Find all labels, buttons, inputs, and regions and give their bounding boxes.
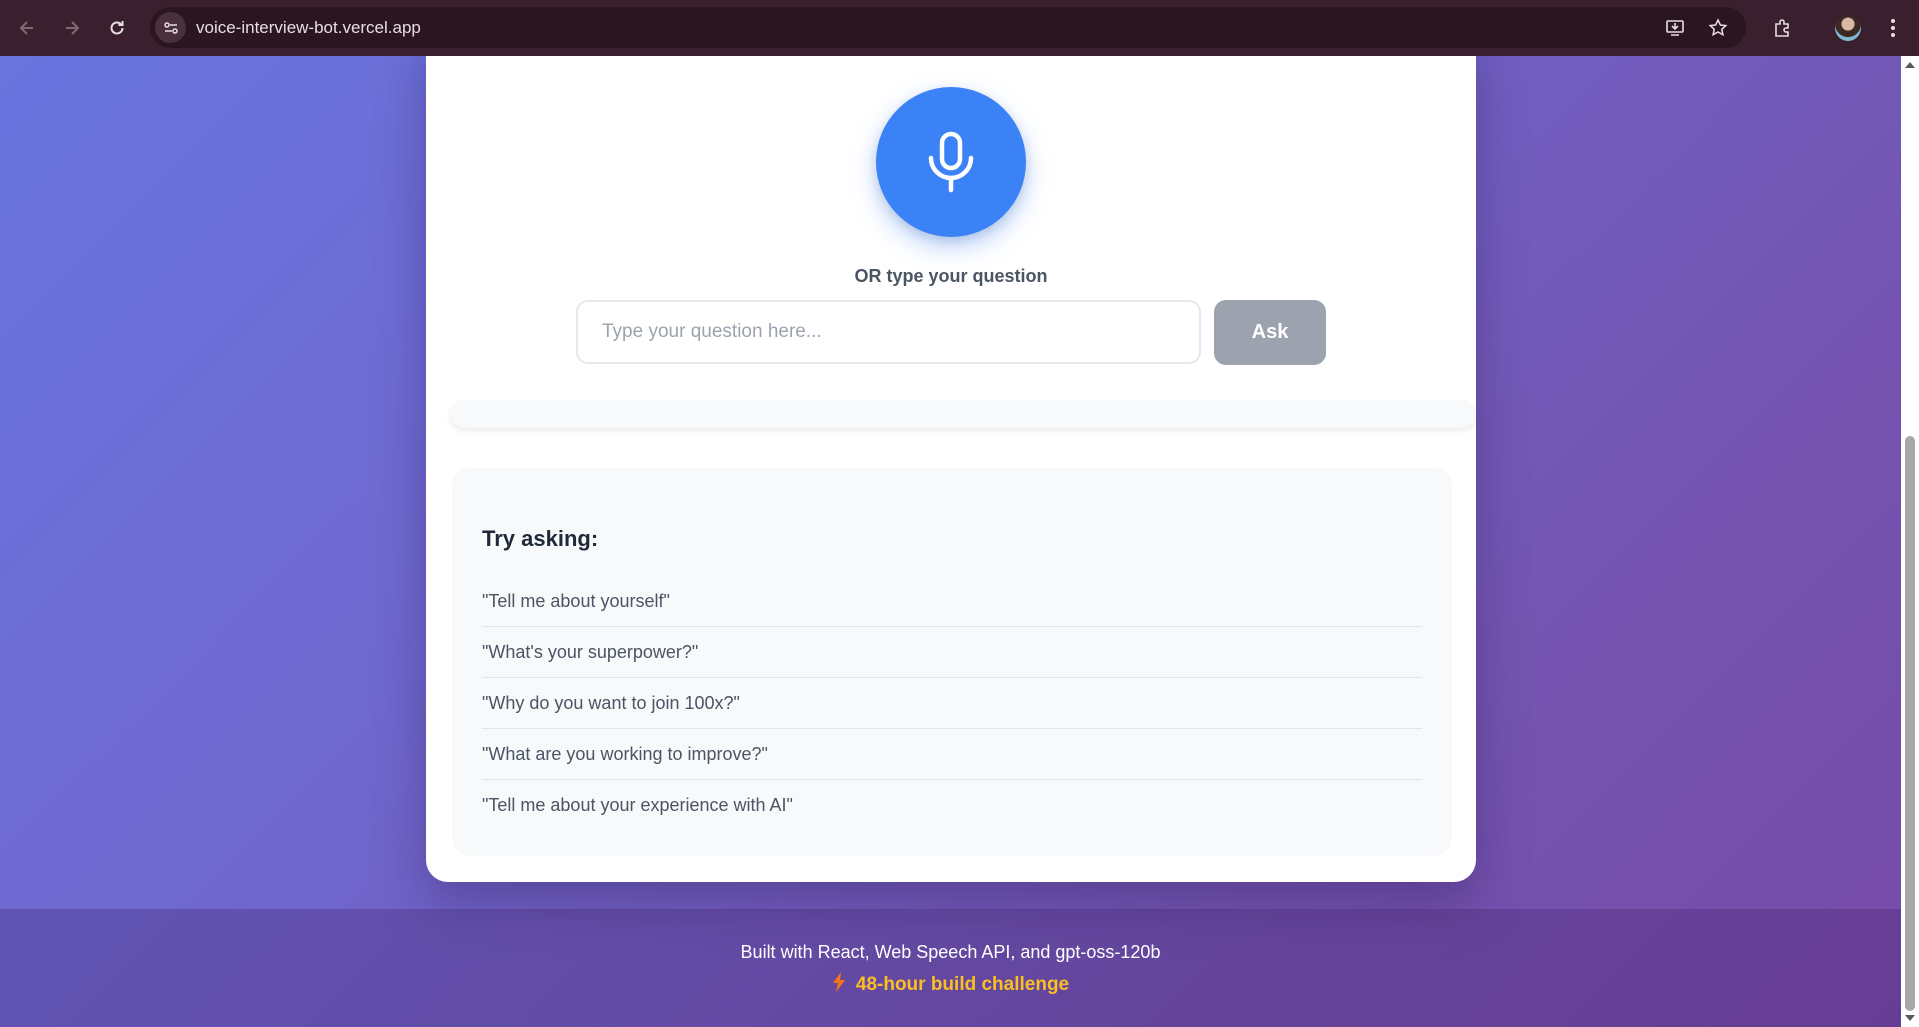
scroll-down-arrow-icon[interactable] — [1905, 1015, 1915, 1021]
bookmark-button[interactable] — [1703, 13, 1733, 43]
forward-button[interactable] — [55, 11, 89, 45]
back-arrow-icon — [19, 21, 33, 35]
address-bar[interactable]: voice-interview-bot.vercel.app — [150, 7, 1746, 48]
suggestions-title: Try asking: — [482, 526, 599, 551]
microphone-icon — [928, 131, 974, 193]
url-text[interactable]: voice-interview-bot.vercel.app — [196, 18, 421, 38]
back-button[interactable] — [10, 11, 44, 45]
install-app-icon — [1666, 20, 1684, 36]
question-input[interactable] — [576, 300, 1201, 364]
reload-icon — [110, 21, 124, 35]
built-with-text: Built with React, Web Speech API, and gp… — [740, 942, 1161, 962]
star-icon — [1708, 18, 1728, 37]
install-app-button[interactable] — [1660, 13, 1690, 43]
suggestion-item[interactable]: "What are you working to improve?" — [482, 729, 1422, 780]
extensions-button[interactable] — [1765, 11, 1799, 45]
site-info-icon — [163, 21, 178, 34]
or-type-label: OR type your question — [854, 266, 1048, 286]
suggestions-list: "Tell me about yourself" "What's your su… — [482, 576, 1422, 831]
browser-menu-button[interactable] — [1876, 11, 1910, 45]
site-info-button[interactable] — [155, 12, 186, 43]
build-challenge-text: 48-hour build challenge — [855, 974, 1070, 995]
profile-button[interactable] — [1831, 11, 1865, 45]
lightning-bolt-icon — [832, 972, 845, 992]
scrollbar-thumb[interactable] — [1905, 436, 1915, 1011]
suggestion-item[interactable]: "Tell me about yourself" — [482, 576, 1422, 627]
ask-button[interactable]: Ask — [1214, 300, 1326, 365]
profile-avatar — [1835, 15, 1861, 41]
page-footer: Built with React, Web Speech API, and gp… — [0, 909, 1901, 1027]
suggestion-item[interactable]: "Why do you want to join 100x?" — [482, 678, 1422, 729]
page-scrollbar[interactable] — [1901, 56, 1919, 1027]
scroll-up-arrow-icon[interactable] — [1905, 62, 1915, 68]
build-challenge-badge: 48-hour build challenge — [0, 972, 1901, 996]
kebab-menu-icon — [1891, 19, 1895, 37]
browser-toolbar: voice-interview-bot.vercel.app — [0, 0, 1919, 56]
extensions-icon — [1775, 19, 1789, 37]
reload-button[interactable] — [100, 11, 134, 45]
suggestions-panel: Try asking: "Tell me about yourself" "Wh… — [452, 468, 1452, 856]
page-viewport: OR type your question Ask Try asking: "T… — [0, 56, 1901, 1027]
forward-arrow-icon — [66, 21, 80, 35]
suggestion-item[interactable]: "What's your superpower?" — [482, 627, 1422, 678]
suggestion-item[interactable]: "Tell me about your experience with AI" — [482, 780, 1422, 831]
microphone-button[interactable] — [876, 87, 1026, 237]
interview-card: OR type your question Ask Try asking: "T… — [426, 56, 1476, 882]
response-area — [450, 400, 1476, 428]
